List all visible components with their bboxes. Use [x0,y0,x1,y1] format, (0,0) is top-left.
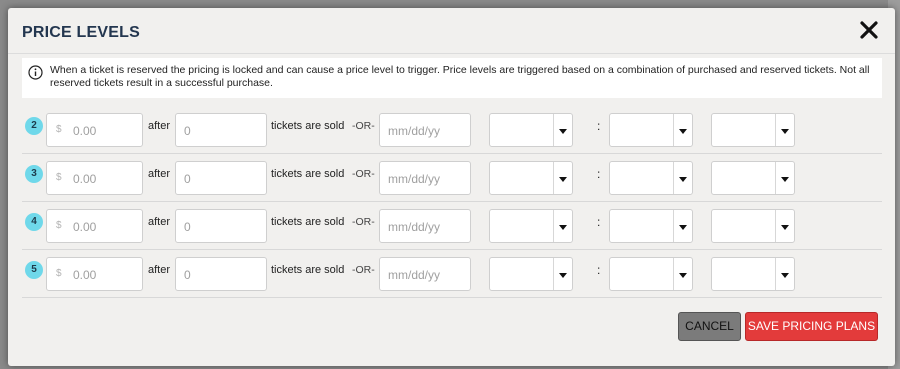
select-divider [553,114,554,146]
minute-select[interactable] [609,113,693,147]
level-number-badge: 3 [25,165,43,183]
time-colon: : [597,119,601,133]
currency-symbol: $ [56,268,62,279]
price-levels-list: 2 $ 0.00 after 0 tickets are sold -OR- m… [22,106,882,298]
level-number-badge: 2 [25,117,43,135]
after-label: after [148,120,171,132]
chevron-down-icon [559,273,567,278]
select-divider [775,258,776,290]
or-label: -OR- [352,264,375,276]
chevron-down-icon [559,225,567,230]
select-divider [775,162,776,194]
quantity-placeholder: 0 [184,124,191,138]
date-placeholder: mm/dd/yy [388,172,441,186]
select-divider [553,210,554,242]
level-number-badge: 5 [25,261,43,279]
price-level-row: 2 $ 0.00 after 0 tickets are sold -OR- m… [22,106,882,154]
after-label: after [148,264,171,276]
ampm-select[interactable] [711,209,795,243]
date-input[interactable]: mm/dd/yy [379,113,471,147]
tickets-sold-label: tickets are sold [271,264,345,276]
currency-symbol: $ [56,220,62,231]
tickets-sold-label: tickets are sold [271,216,345,228]
date-input[interactable]: mm/dd/yy [379,209,471,243]
chevron-down-icon [781,177,789,182]
minute-select[interactable] [609,209,693,243]
select-divider [775,210,776,242]
price-placeholder: 0.00 [73,268,97,282]
select-divider [673,162,674,194]
price-level-row: 4 $ 0.00 after 0 tickets are sold -OR- m… [22,202,882,250]
price-input[interactable]: $ 0.00 [46,161,143,195]
time-colon: : [597,167,601,181]
tickets-sold-label: tickets are sold [271,168,345,180]
currency-symbol: $ [56,124,62,135]
minute-select[interactable] [609,161,693,195]
chevron-down-icon [679,273,687,278]
price-placeholder: 0.00 [73,172,97,186]
select-divider [673,210,674,242]
or-label: -OR- [352,216,375,228]
or-label: -OR- [352,168,375,180]
chevron-down-icon [679,225,687,230]
ticket-quantity-input[interactable]: 0 [175,161,267,195]
modal-title: PRICE LEVELS [22,24,140,41]
select-divider [673,114,674,146]
chevron-down-icon [559,129,567,134]
info-text: When a ticket is reserved the pricing is… [50,64,870,89]
ticket-quantity-input[interactable]: 0 [175,113,267,147]
quantity-placeholder: 0 [184,172,191,186]
chevron-down-icon [559,177,567,182]
currency-symbol: $ [56,172,62,183]
price-levels-modal: PRICE LEVELS When a ticket is reserved t… [8,8,895,366]
price-level-row: 5 $ 0.00 after 0 tickets are sold -OR- m… [22,250,882,298]
select-divider [673,258,674,290]
chevron-down-icon [781,273,789,278]
date-placeholder: mm/dd/yy [388,220,441,234]
hour-select[interactable] [489,209,573,243]
save-pricing-plans-button[interactable]: SAVE PRICING PLANS [745,312,878,341]
price-input[interactable]: $ 0.00 [46,113,143,147]
ampm-select[interactable] [711,161,795,195]
info-icon [28,65,43,80]
price-level-row: 3 $ 0.00 after 0 tickets are sold -OR- m… [22,154,882,202]
hour-select[interactable] [489,161,573,195]
hour-select[interactable] [489,113,573,147]
select-divider [553,162,554,194]
cancel-button[interactable]: CANCEL [678,312,741,341]
level-number-badge: 4 [25,213,43,231]
time-colon: : [597,215,601,229]
info-notice: When a ticket is reserved the pricing is… [22,58,882,98]
price-input[interactable]: $ 0.00 [46,257,143,291]
after-label: after [148,168,171,180]
tickets-sold-label: tickets are sold [271,120,345,132]
minute-select[interactable] [609,257,693,291]
date-placeholder: mm/dd/yy [388,124,441,138]
after-label: after [148,216,171,228]
chevron-down-icon [679,177,687,182]
modal-footer: CANCEL SAVE PRICING PLANS [8,300,895,360]
chevron-down-icon [781,129,789,134]
price-placeholder: 0.00 [73,220,97,234]
hour-select[interactable] [489,257,573,291]
ampm-select[interactable] [711,113,795,147]
time-colon: : [597,263,601,277]
ticket-quantity-input[interactable]: 0 [175,257,267,291]
chevron-down-icon [781,225,789,230]
modal-header: PRICE LEVELS [8,8,895,54]
or-label: -OR- [352,120,375,132]
date-input[interactable]: mm/dd/yy [379,161,471,195]
quantity-placeholder: 0 [184,268,191,282]
select-divider [775,114,776,146]
price-input[interactable]: $ 0.00 [46,209,143,243]
chevron-down-icon [679,129,687,134]
select-divider [553,258,554,290]
ampm-select[interactable] [711,257,795,291]
quantity-placeholder: 0 [184,220,191,234]
close-icon[interactable] [858,19,880,41]
date-input[interactable]: mm/dd/yy [379,257,471,291]
ticket-quantity-input[interactable]: 0 [175,209,267,243]
price-placeholder: 0.00 [73,124,97,138]
date-placeholder: mm/dd/yy [388,268,441,282]
